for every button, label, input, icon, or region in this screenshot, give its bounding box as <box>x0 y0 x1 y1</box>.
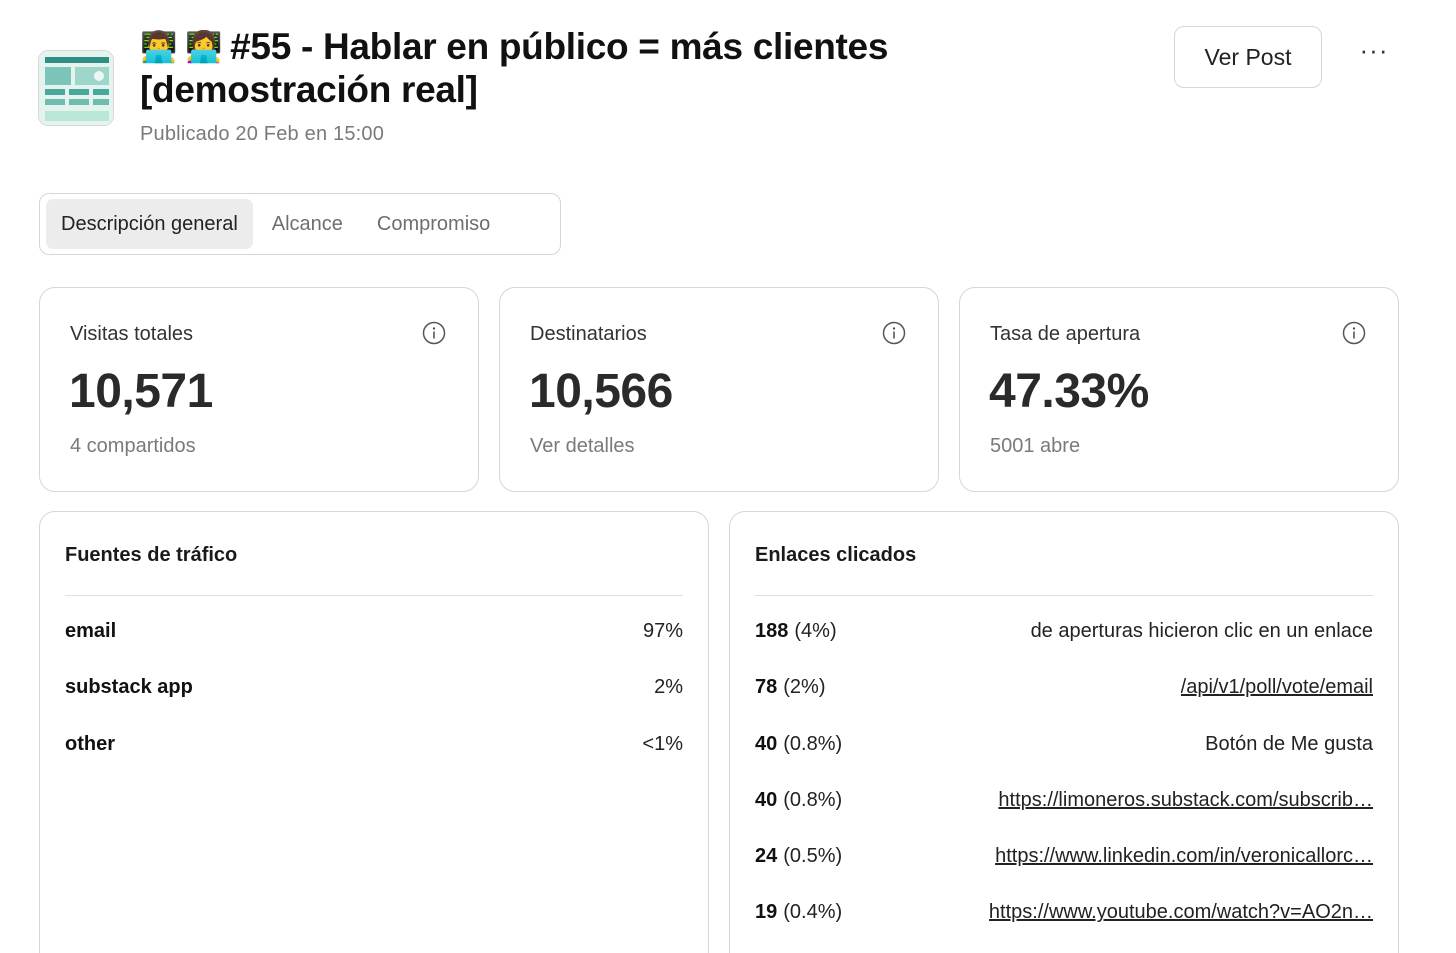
stat-label: Visitas totales <box>70 323 194 345</box>
stat-value: 47.33% <box>989 365 1149 418</box>
stat-label: Tasa de apertura <box>990 323 1141 345</box>
view-post-button[interactable]: Ver Post <box>1174 26 1322 88</box>
published-date: Publicado 20 Feb en 15:00 <box>140 123 385 145</box>
click-count: 188 <box>755 620 789 642</box>
traffic-percent: 97% <box>642 620 683 642</box>
traffic-source: other <box>65 732 115 755</box>
traffic-list: email 97% substack app 2% other <1% <box>65 620 683 789</box>
stat-subtext: 5001 abre <box>990 435 1081 457</box>
tab-engagement[interactable]: Compromiso <box>362 199 505 249</box>
list-item: email 97% <box>65 620 683 676</box>
link-target[interactable]: https://www.linkedin.com/in/veronicallor… <box>995 845 1373 868</box>
list-item: 24 (0.5%) https://www.linkedin.com/in/ver… <box>755 845 1373 901</box>
technologist-emoji-icon: 👨‍💻 👩‍💻 <box>140 31 223 64</box>
link-target[interactable]: /api/v1/poll/vote/email <box>1181 676 1373 699</box>
list-item: 188 (4%) de aperturas hicieron clic en un… <box>755 620 1373 676</box>
post-thumbnail <box>38 50 114 126</box>
post-title: 👨‍💻 👩‍💻 #55 - Hablar en público = más cli… <box>140 26 1040 111</box>
link-target[interactable]: https://www.youtube.com/watch?v=AO2n… <box>989 901 1373 924</box>
info-icon[interactable] <box>882 321 906 345</box>
clicked-links-panel: Enlaces clicados 188 (4%) de aperturas hi… <box>729 511 1399 953</box>
stat-value: 10,571 <box>69 365 213 418</box>
tab-bar: Descripción general Alcance Compromiso <box>39 193 561 255</box>
list-item: 78 (2%) /api/v1/poll/vote/email <box>755 676 1373 732</box>
thumbnail-image-icon <box>39 51 113 125</box>
click-percent: (0.8%) <box>783 788 843 811</box>
list-item: 40 (0.8%) Botón de Me gusta <box>755 733 1373 789</box>
click-percent: (0.5%) <box>783 845 843 868</box>
stat-card-recipients: Destinatarios 10,566 Ver detalles <box>499 287 939 492</box>
list-item: 19 (0.4%) https://www.youtube.com/watch?v… <box>755 901 1373 953</box>
tab-overview[interactable]: Descripción general <box>46 199 253 249</box>
stat-subtext: 4 compartidos <box>70 435 196 457</box>
traffic-sources-panel: Fuentes de tráfico email 97% substack ap… <box>39 511 709 953</box>
list-item: other <1% <box>65 733 683 789</box>
post-header: 👨‍💻 👩‍💻 #55 - Hablar en público = más cli… <box>38 26 1418 156</box>
traffic-source: substack app <box>65 676 193 699</box>
info-icon[interactable] <box>422 321 446 345</box>
link-target: de aperturas hicieron clic en un enlace <box>1030 620 1373 642</box>
click-count: 40 <box>755 788 778 811</box>
divider <box>65 595 683 596</box>
more-options-icon[interactable]: ··· <box>1350 32 1398 68</box>
click-percent: (0.4%) <box>783 901 843 924</box>
click-count: 40 <box>755 732 778 755</box>
stat-value: 10,566 <box>529 365 673 418</box>
stat-card-total-views: Visitas totales 10,571 4 compartidos <box>39 287 479 492</box>
click-count: 24 <box>755 845 778 868</box>
divider <box>755 595 1373 596</box>
panel-title: Fuentes de tráfico <box>65 544 238 566</box>
stat-card-open-rate: Tasa de apertura 47.33% 5001 abre <box>959 287 1399 492</box>
tab-reach[interactable]: Alcance <box>257 199 358 249</box>
click-percent: (0.8%) <box>783 732 843 755</box>
post-title-block: 👨‍💻 👩‍💻 #55 - Hablar en público = más cli… <box>140 26 1040 146</box>
links-list: 188 (4%) de aperturas hicieron clic en un… <box>755 620 1373 953</box>
panel-title: Enlaces clicados <box>755 544 917 566</box>
link-target: Botón de Me gusta <box>1205 732 1373 755</box>
stat-label: Destinatarios <box>530 323 647 345</box>
click-count: 19 <box>755 901 778 924</box>
link-target[interactable]: https://limoneros.substack.com/subscrib… <box>998 789 1373 812</box>
click-percent: (4%) <box>794 620 837 642</box>
list-item: substack app 2% <box>65 676 683 732</box>
traffic-source: email <box>65 620 117 642</box>
traffic-percent: 2% <box>654 676 683 699</box>
view-details-link[interactable]: Ver detalles <box>530 435 635 458</box>
traffic-percent: <1% <box>642 732 683 755</box>
post-title-text: #55 - Hablar en público = más clientes [… <box>140 26 889 110</box>
click-percent: (2%) <box>783 676 826 699</box>
list-item: 40 (0.8%) https://limoneros.substack.com/… <box>755 789 1373 845</box>
click-count: 78 <box>755 676 778 699</box>
info-icon[interactable] <box>1342 321 1366 345</box>
